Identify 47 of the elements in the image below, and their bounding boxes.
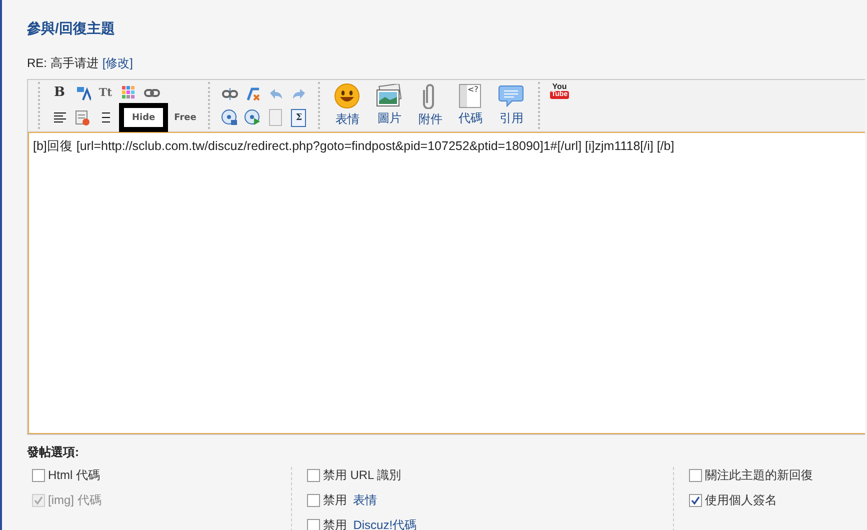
smiley-button[interactable]: 表情 xyxy=(326,80,368,131)
undo-icon xyxy=(268,88,283,100)
media-play-button[interactable] xyxy=(243,108,262,127)
highlighted-tag-button[interactable]: Hide xyxy=(119,103,168,132)
list-icon xyxy=(102,112,110,123)
clear-format-icon xyxy=(244,86,261,102)
checkbox[interactable] xyxy=(689,469,702,482)
option-label: 使用個人簽名 xyxy=(705,492,778,509)
formula-button[interactable]: Σ xyxy=(289,108,308,127)
page-icon xyxy=(269,109,282,126)
checkbox[interactable] xyxy=(689,494,702,507)
media-icon xyxy=(221,109,238,126)
option-label: 禁用 xyxy=(322,492,348,509)
font-size-button[interactable]: Tt xyxy=(96,83,115,102)
page-heading: 參與/回復主題 xyxy=(27,20,116,38)
text-color-icon xyxy=(74,84,90,100)
option-label: 禁用 URL 識別 xyxy=(322,467,402,484)
remove-format-icon xyxy=(75,110,90,126)
redo-icon xyxy=(292,88,306,100)
media-button[interactable] xyxy=(220,108,240,127)
options-title: 發帖選項: xyxy=(27,444,80,461)
message-input[interactable]: [b]回復 [url=http://sclub.com.tw/discuz/redirect.php?goto=findpost&pid=107252&ptid=18090]1#[/url] [i]zjm1118[/i] [/b] xyxy=(28,132,865,434)
link-icon xyxy=(144,88,160,98)
subject-text: RE: 高手请进 xyxy=(27,55,98,72)
checkbox[interactable] xyxy=(306,494,320,507)
unlink-icon xyxy=(222,88,238,100)
image-icon xyxy=(376,84,402,108)
quote-button[interactable]: 引用 xyxy=(490,80,532,131)
option-link[interactable]: 表情 xyxy=(353,492,378,509)
checkbox[interactable] xyxy=(306,469,320,482)
image-button[interactable]: 圖片 xyxy=(368,80,410,131)
option-label: [img] 代碼 xyxy=(48,492,102,509)
option-label: 關注此主題的新回復 xyxy=(705,467,814,484)
checkbox[interactable] xyxy=(32,469,45,482)
tag-button[interactable]: Free xyxy=(172,108,198,127)
color-grid-icon xyxy=(122,86,135,99)
edit-link[interactable]: [修改] xyxy=(102,55,134,72)
align-icon xyxy=(54,112,66,123)
code-button[interactable]: <? 代碼 xyxy=(450,80,490,131)
clip-button[interactable]: 附件 xyxy=(410,80,450,131)
smiley-icon xyxy=(334,83,360,109)
checkbox[interactable] xyxy=(306,519,320,530)
bold-button[interactable]: B xyxy=(50,83,69,102)
media-play-icon xyxy=(244,109,262,126)
speech-bubble-icon xyxy=(498,84,524,108)
option-label: Html 代碼 xyxy=(48,467,100,484)
code-icon: <? xyxy=(459,84,482,108)
